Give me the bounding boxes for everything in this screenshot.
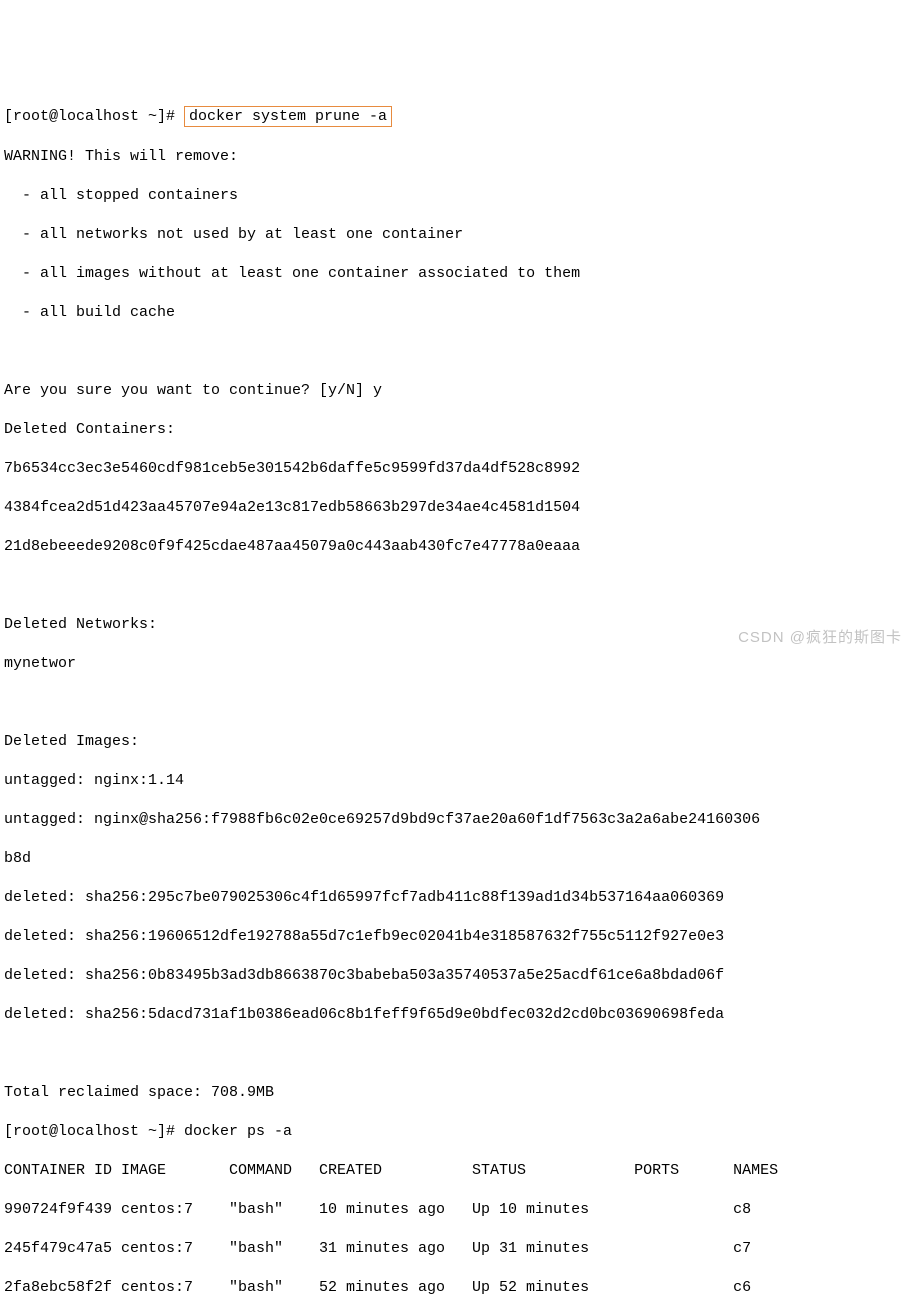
highlighted-command: docker system prune -a (184, 106, 392, 128)
cell-created: 10 minutes ago (319, 1200, 472, 1220)
cell-status: Up 52 minutes (472, 1278, 634, 1298)
cell-status: Up 31 minutes (472, 1239, 634, 1259)
blank-line (4, 342, 914, 362)
deleted-containers-header: Deleted Containers: (4, 420, 914, 440)
col-header-command: COMMAND (229, 1161, 319, 1181)
prompt-prefix: [root@localhost ~]# (4, 1123, 184, 1140)
ps-table-header: CONTAINER IDIMAGECOMMANDCREATEDSTATUSPOR… (4, 1161, 914, 1181)
col-header-names: NAMES (733, 1161, 805, 1181)
cell-created: 52 minutes ago (319, 1278, 472, 1298)
blank-line (4, 576, 914, 596)
deleted-image-line: deleted: sha256:19606512dfe192788a55d7c1… (4, 927, 914, 947)
cell-ports (634, 1200, 733, 1220)
cell-id: 2fa8ebc58f2f (4, 1278, 121, 1298)
cell-command: "bash" (229, 1200, 319, 1220)
table-row: 990724f9f439centos:7"bash"10 minutes ago… (4, 1200, 914, 1220)
col-header-image: IMAGE (121, 1161, 229, 1181)
deleted-network-name: mynetwor (4, 654, 914, 674)
cell-command: "bash" (229, 1239, 319, 1259)
col-header-created: CREATED (319, 1161, 472, 1181)
cell-image: centos:7 (121, 1200, 229, 1220)
cell-ports (634, 1239, 733, 1259)
prompt-line-2[interactable]: [root@localhost ~]# docker ps -a (4, 1122, 914, 1142)
deleted-image-line: untagged: nginx:1.14 (4, 771, 914, 791)
cell-created: 31 minutes ago (319, 1239, 472, 1259)
table-row: 2fa8ebc58f2fcentos:7"bash"52 minutes ago… (4, 1278, 914, 1298)
cell-id: 990724f9f439 (4, 1200, 121, 1220)
prompt-line-1[interactable]: [root@localhost ~]# docker system prune … (4, 106, 914, 128)
deleted-container-hash: 21d8ebeeede9208c0f9f425cdae487aa45079a0c… (4, 537, 914, 557)
col-header-status: STATUS (472, 1161, 634, 1181)
deleted-container-hash: 7b6534cc3ec3e5460cdf981ceb5e301542b6daff… (4, 459, 914, 479)
deleted-image-line: untagged: nginx@sha256:f7988fb6c02e0ce69… (4, 810, 914, 830)
cell-ports (634, 1278, 733, 1298)
deleted-images-header: Deleted Images: (4, 732, 914, 752)
deleted-image-line: deleted: sha256:295c7be079025306c4f1d659… (4, 888, 914, 908)
cell-command: "bash" (229, 1278, 319, 1298)
deleted-image-line: deleted: sha256:5dacd731af1b0386ead06c8b… (4, 1005, 914, 1025)
warning-item: - all images without at least one contai… (4, 264, 914, 284)
reclaimed-space: Total reclaimed space: 708.9MB (4, 1083, 914, 1103)
cell-names: c7 (733, 1239, 805, 1259)
command-text: docker ps -a (184, 1123, 292, 1140)
confirm-prompt[interactable]: Are you sure you want to continue? [y/N]… (4, 381, 914, 401)
col-header-ports: PORTS (634, 1161, 733, 1181)
col-header-id: CONTAINER ID (4, 1161, 121, 1181)
deleted-image-line: deleted: sha256:0b83495b3ad3db8663870c3b… (4, 966, 914, 986)
terminal-output: [root@localhost ~]# docker system prune … (4, 86, 914, 1306)
table-row: 245f479c47a5centos:7"bash"31 minutes ago… (4, 1239, 914, 1259)
warning-item: - all build cache (4, 303, 914, 323)
cell-image: centos:7 (121, 1239, 229, 1259)
cell-status: Up 10 minutes (472, 1200, 634, 1220)
blank-line (4, 1044, 914, 1064)
warning-item: - all stopped containers (4, 186, 914, 206)
cell-id: 245f479c47a5 (4, 1239, 121, 1259)
warning-header: WARNING! This will remove: (4, 147, 914, 167)
cell-names: c6 (733, 1278, 805, 1298)
cell-names: c8 (733, 1200, 805, 1220)
blank-line (4, 693, 914, 713)
deleted-container-hash: 4384fcea2d51d423aa45707e94a2e13c817edb58… (4, 498, 914, 518)
deleted-image-line: b8d (4, 849, 914, 869)
warning-item: - all networks not used by at least one … (4, 225, 914, 245)
cell-image: centos:7 (121, 1278, 229, 1298)
prompt-prefix: [root@localhost ~]# (4, 108, 184, 125)
watermark: CSDN @疯狂的斯图卡 (738, 628, 902, 648)
